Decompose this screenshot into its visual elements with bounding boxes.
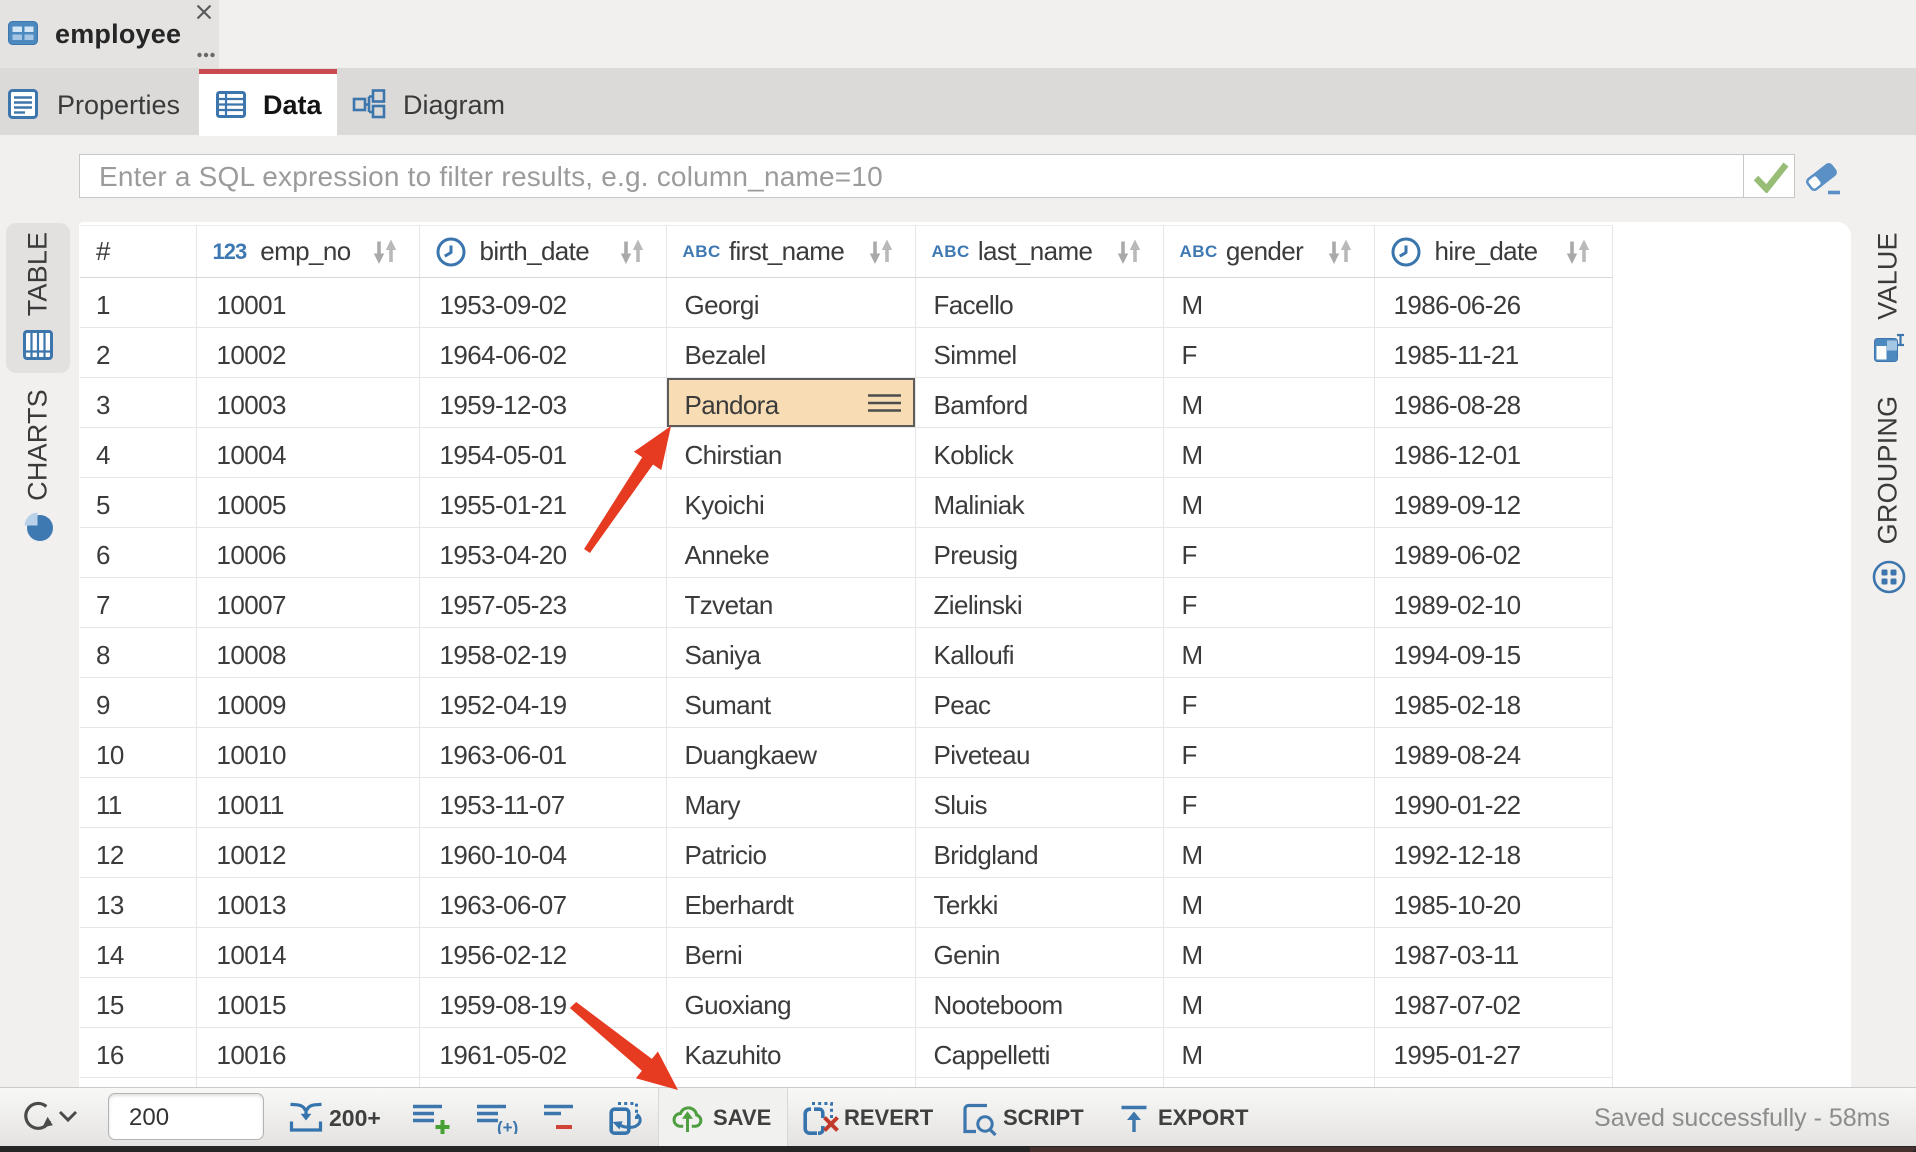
svg-text:(+): (+): [497, 1118, 518, 1134]
